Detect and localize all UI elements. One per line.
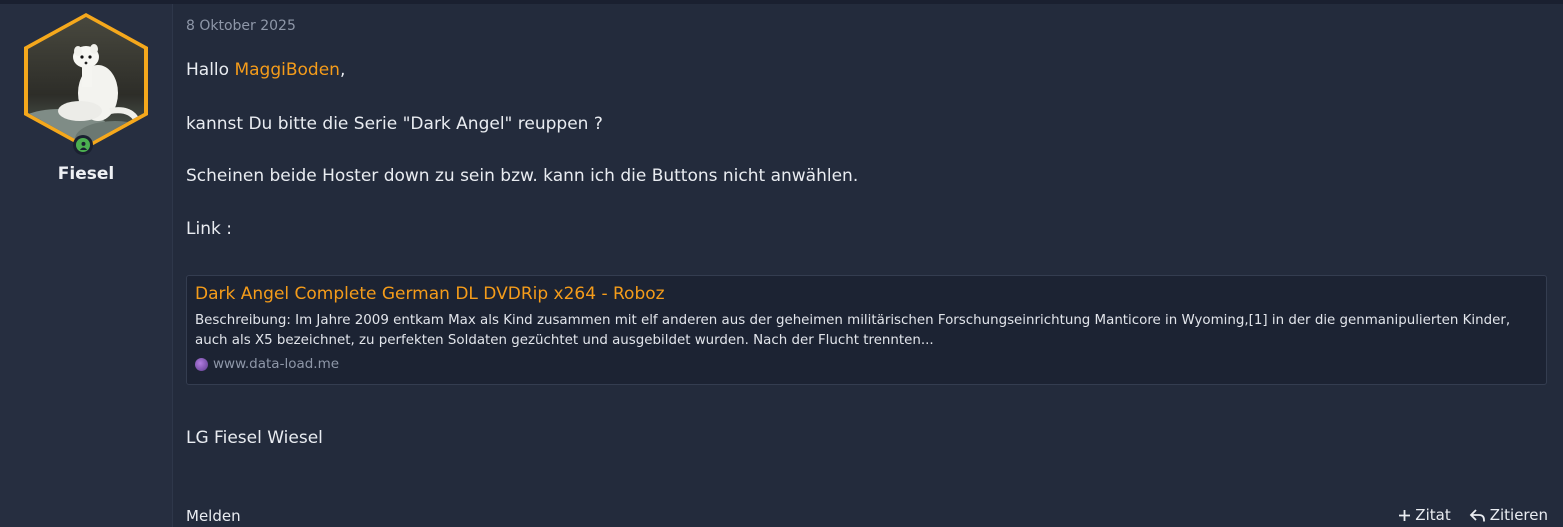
report-link[interactable]: Melden — [186, 507, 241, 525]
reply-icon — [1469, 508, 1485, 521]
site-favicon-icon — [195, 357, 208, 371]
body-line-link: Link : — [186, 219, 232, 239]
forum-post: Fiesel 8 Oktober 2025 Hallo MaggiBoden, … — [0, 0, 1563, 527]
body-line-hoster: Scheinen beide Hoster down zu sein bzw. … — [186, 166, 859, 186]
user-mention[interactable]: MaggiBoden — [234, 60, 339, 80]
reply-button[interactable]: Zitieren — [1469, 506, 1548, 524]
link-preview-domain-row: www.data-load.me — [195, 356, 1538, 372]
link-preview[interactable]: Dark Angel Complete German DL DVDRip x26… — [186, 275, 1547, 385]
post-actions: Zitat Zitieren — [1398, 506, 1548, 524]
reply-label: Zitieren — [1489, 506, 1548, 524]
greeting-line: Hallo MaggiBoden, — [186, 60, 345, 80]
link-preview-domain: www.data-load.me — [213, 356, 340, 372]
username[interactable]: Fiesel — [0, 164, 172, 184]
greeting-suffix: , — [339, 60, 346, 80]
link-preview-title[interactable]: Dark Angel Complete German DL DVDRip x26… — [195, 284, 1538, 304]
body-line-request: kannst Du bitte die Serie "Dark Angel" r… — [186, 114, 603, 134]
link-preview-description: Beschreibung: Im Jahre 2009 entkam Max a… — [195, 313, 1511, 348]
plus-icon — [1399, 509, 1411, 521]
post-main: 8 Oktober 2025 Hallo MaggiBoden, kannst … — [186, 4, 1548, 527]
signoff: LG Fiesel Wiesel — [186, 428, 323, 448]
greeting-prefix: Hallo — [186, 60, 235, 80]
post-date[interactable]: 8 Oktober 2025 — [186, 18, 296, 34]
user-online-icon — [73, 135, 93, 155]
multiquote-button[interactable]: Zitat — [1398, 506, 1451, 524]
user-cell: Fiesel — [0, 4, 173, 527]
multiquote-label: Zitat — [1415, 506, 1451, 524]
avatar[interactable] — [20, 11, 152, 151]
